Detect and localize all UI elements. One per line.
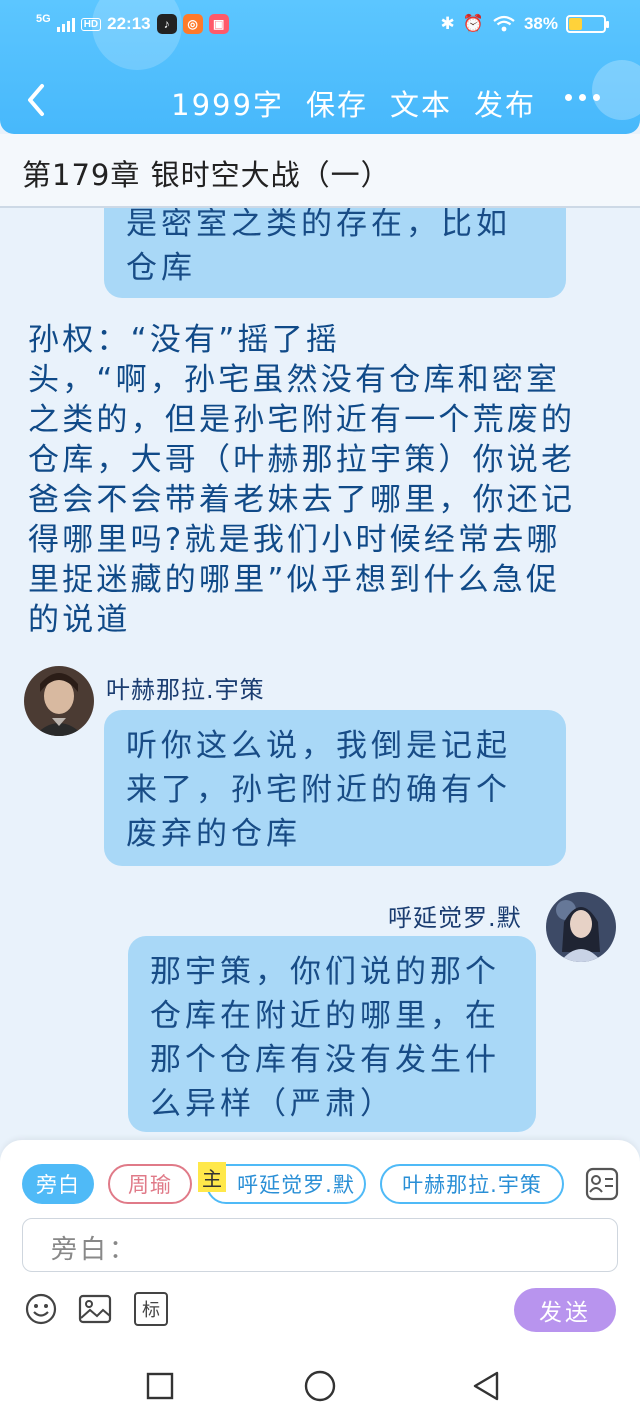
role-label: 周瑜 xyxy=(128,1173,172,1197)
role-chip-huyanjueluo-mo[interactable]: 呼延觉罗.默 xyxy=(206,1164,366,1204)
message-input[interactable]: 旁白： xyxy=(22,1218,618,1272)
more-options-icon[interactable] xyxy=(565,94,600,101)
message-bubble-partial[interactable]: 是密室之类的存在，比如 仓库 xyxy=(104,208,566,298)
role-label: 呼延觉罗.默 xyxy=(237,1173,355,1197)
message-bubble[interactable]: 那宇策，你们说的那个 仓库在附近的哪里，在 那个仓库有没有发生什 么异样（严肃） xyxy=(128,936,536,1132)
battery-percent: 38% xyxy=(523,14,558,33)
status-bar: 5G HD 22:13 ♪ ◎ ▣ ✱ ⏰ 38% xyxy=(0,0,640,50)
back-icon[interactable] xyxy=(470,1370,502,1402)
avatar-huyanjueluo-mo[interactable] xyxy=(546,892,616,962)
system-nav-bar xyxy=(0,1350,640,1423)
emoji-icon[interactable] xyxy=(24,1292,58,1326)
recent-apps-icon[interactable] xyxy=(146,1372,174,1400)
input-panel: 旁白 周瑜 呼延觉罗.默 主 叶赫那拉.宇策 旁白： 标 发送 xyxy=(0,1140,640,1350)
image-icon[interactable] xyxy=(78,1292,112,1326)
mark-button[interactable]: 标 xyxy=(134,1292,168,1326)
app-icon-red: ▣ xyxy=(208,14,229,34)
avatar-yehenala-yuce[interactable] xyxy=(24,666,94,736)
battery-icon xyxy=(566,15,609,33)
narration-text[interactable]: 孙权：“没有”摇了摇 头，“啊，孙宅虽然没有仓库和密室 之类的，但是孙宅附近有一… xyxy=(28,320,616,640)
word-count: 1999字 xyxy=(171,88,284,122)
chapter-title-bar: 第179章 银时空大战（一） xyxy=(0,134,640,208)
network-label: 5G xyxy=(36,13,51,25)
signal-icon xyxy=(56,16,75,32)
bluetooth-icon: ✱ xyxy=(440,14,455,33)
role-label: 旁白 xyxy=(36,1173,80,1197)
main-role-badge: 主 xyxy=(198,1162,226,1192)
role-chip-narrator[interactable]: 旁白 xyxy=(22,1164,94,1204)
role-label: 叶赫那拉.宇策 xyxy=(402,1173,542,1197)
text-button[interactable]: 文本 xyxy=(390,82,452,124)
alarm-icon: ⏰ xyxy=(462,14,484,33)
back-arrow-icon[interactable] xyxy=(22,80,52,120)
tiktok-icon: ♪ xyxy=(156,14,177,34)
home-icon[interactable] xyxy=(303,1369,337,1403)
chat-area[interactable]: 是密室之类的存在，比如 仓库 孙权：“没有”摇了摇 头，“啊，孙宅虽然没有仓库和… xyxy=(0,208,640,1140)
message-bubble[interactable]: 听你这么说，我倒是记起 来了，孙宅附近的确有个 废弃的仓库 xyxy=(104,710,566,866)
nav-row: 1999字 保存 文本 发布 xyxy=(0,70,640,130)
clock: 22:13 xyxy=(107,14,151,33)
role-chip-yehenala-yuce[interactable]: 叶赫那拉.宇策 xyxy=(380,1164,564,1204)
sender-name: 呼延觉罗.默 xyxy=(388,904,522,932)
sender-name: 叶赫那拉.宇策 xyxy=(106,676,265,704)
role-chip-zhouyu[interactable]: 周瑜 xyxy=(108,1164,192,1204)
input-placeholder: 旁白： xyxy=(51,1235,139,1265)
role-manage-icon[interactable] xyxy=(584,1166,620,1202)
wifi-icon xyxy=(493,15,515,32)
save-button[interactable]: 保存 xyxy=(306,82,368,124)
send-button[interactable]: 发送 xyxy=(514,1288,616,1332)
chapter-title[interactable]: 第179章 银时空大战（一） xyxy=(22,152,391,194)
top-bar: 5G HD 22:13 ♪ ◎ ▣ ✱ ⏰ 38% 1999字 保存 文本 发布 xyxy=(0,0,640,134)
app-icon-orange: ◎ xyxy=(182,14,203,34)
publish-button[interactable]: 发布 xyxy=(474,82,536,124)
hd-badge: HD xyxy=(80,17,102,31)
